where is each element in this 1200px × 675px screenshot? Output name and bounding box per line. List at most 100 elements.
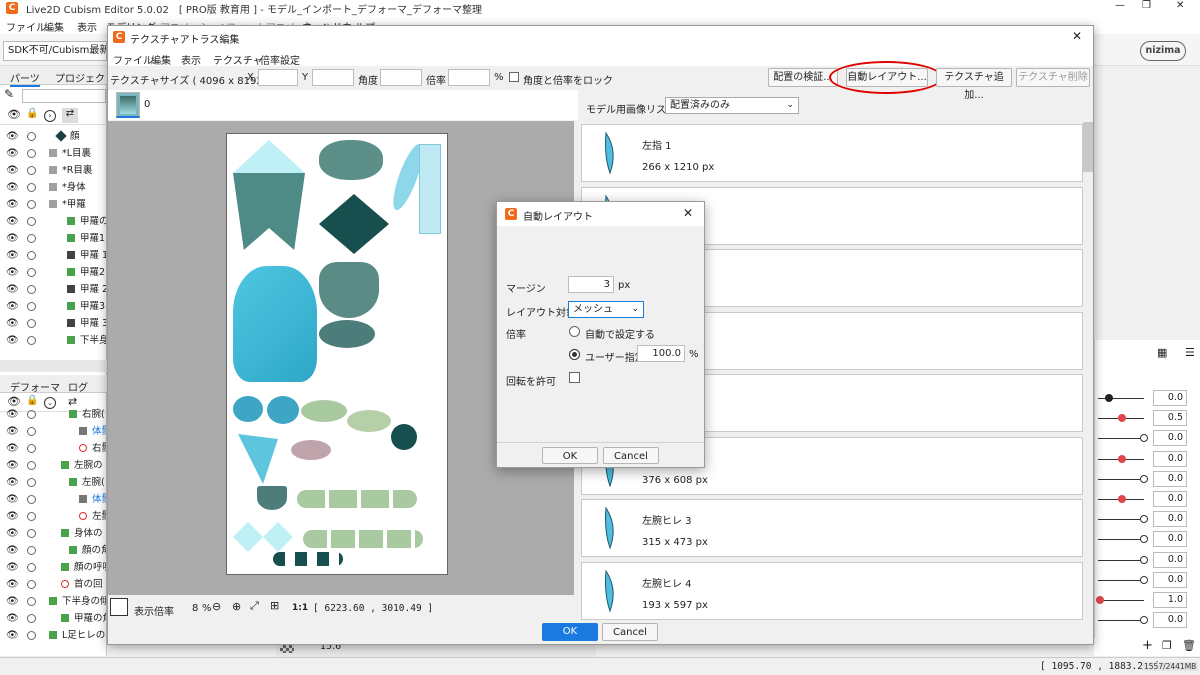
select-circle-icon[interactable]: [27, 597, 36, 606]
select-circle-icon[interactable]: [27, 285, 36, 294]
delete-texture-button[interactable]: テクスチャ削除: [1016, 68, 1090, 87]
visibility-icon[interactable]: 👁: [6, 213, 19, 230]
center-icon[interactable]: ⊞: [270, 599, 279, 612]
image-list-scrollbar[interactable]: [1083, 122, 1093, 172]
close-icon[interactable]: ✕: [683, 206, 693, 220]
visibility-icon[interactable]: 👁: [6, 508, 19, 525]
swap-icon[interactable]: ⇄: [62, 108, 78, 123]
deformer-tree-row[interactable]: 👁 顔の角: [0, 542, 106, 559]
deformer-tree-row[interactable]: 👁 L足ヒレの角度: [0, 627, 106, 644]
select-circle-icon[interactable]: [27, 234, 36, 243]
select-circle-icon[interactable]: [27, 302, 36, 311]
select-circle-icon[interactable]: [27, 132, 36, 141]
target-select[interactable]: メッシュ ⌄: [568, 301, 644, 318]
visibility-icon[interactable]: 👁: [6, 576, 19, 593]
deformer-tree-row[interactable]: 👁 右腕(: [0, 406, 106, 423]
trash-icon[interactable]: 🗑: [1182, 639, 1196, 652]
slider-handle[interactable]: [1140, 474, 1148, 483]
visibility-icon[interactable]: 👁: [7, 108, 21, 121]
param-slider-row[interactable]: 0.0: [1098, 509, 1190, 529]
select-circle-icon[interactable]: [27, 183, 36, 192]
visibility-icon[interactable]: 👁: [6, 281, 19, 298]
atlas-cancel-button[interactable]: Cancel: [602, 623, 658, 641]
slider-track[interactable]: [1098, 478, 1144, 480]
param-slider-row[interactable]: 0.0: [1098, 489, 1190, 509]
visibility-icon[interactable]: 👁: [6, 315, 19, 332]
select-circle-icon[interactable]: [27, 614, 36, 623]
deformer-tree-row[interactable]: 👁 左腕(: [0, 474, 106, 491]
select-circle-icon[interactable]: [27, 529, 36, 538]
lock-checkbox[interactable]: [509, 72, 519, 82]
deformer-tree-row[interactable]: 👁 右鬚: [0, 440, 106, 457]
minimize-button[interactable]: —: [1115, 0, 1125, 11]
param-value[interactable]: 0.0: [1153, 551, 1187, 568]
param-slider-row[interactable]: 0.5: [1098, 408, 1190, 428]
param-value[interactable]: 0.0: [1153, 450, 1187, 467]
atlas-menu-scale[interactable]: 倍率設定: [260, 52, 300, 67]
texture-thumbnail[interactable]: [116, 92, 140, 118]
deformer-tree-row[interactable]: 👁 体鬚: [0, 491, 106, 508]
select-circle-icon[interactable]: [27, 461, 36, 470]
slider-handle[interactable]: [1140, 575, 1148, 584]
slider-track[interactable]: [1098, 438, 1144, 440]
slider-handle[interactable]: [1118, 495, 1126, 503]
parts-tree-row[interactable]: 👁 *L目裏: [0, 145, 106, 162]
slider-track[interactable]: [1098, 519, 1144, 521]
doc-tab[interactable]: SDK不可/Cubism最新版: [3, 41, 107, 61]
image-card[interactable]: 左腕ヒレ 4 193 x 597 px: [581, 561, 1083, 620]
rotate-checkbox[interactable]: [569, 372, 580, 383]
select-circle-icon[interactable]: [27, 319, 36, 328]
deformer-tree-row[interactable]: 👁 左腕の: [0, 457, 106, 474]
restore-button[interactable]: ❐: [1142, 0, 1151, 11]
y-input[interactable]: [312, 69, 354, 86]
slider-handle[interactable]: [1096, 596, 1104, 604]
select-circle-icon[interactable]: [27, 217, 36, 226]
visibility-icon[interactable]: 👁: [6, 128, 19, 145]
param-slider-row[interactable]: 0.0: [1098, 469, 1190, 489]
parts-tree-row[interactable]: 👁 顔: [0, 128, 106, 145]
parts-scrollbar[interactable]: [0, 360, 107, 372]
picker-icon[interactable]: ✎: [4, 87, 14, 101]
deformer-tree-row[interactable]: 👁 顔の呼吸: [0, 559, 106, 576]
parts-tree-row[interactable]: 👁 甲羅の: [0, 213, 106, 230]
slider-handle[interactable]: [1118, 454, 1126, 463]
circle-nav-icon[interactable]: ›: [44, 110, 56, 122]
dialog-cancel-button[interactable]: Cancel: [603, 447, 659, 464]
margin-input[interactable]: 3: [568, 276, 614, 293]
copy-icon[interactable]: ❐: [1162, 639, 1172, 652]
visibility-icon[interactable]: 👁: [6, 474, 19, 491]
user-scale-input[interactable]: 100.0: [637, 345, 685, 362]
parts-tree-row[interactable]: 👁 *甲羅: [0, 196, 106, 213]
slider-track[interactable]: [1098, 559, 1144, 561]
visibility-icon[interactable]: 👁: [6, 406, 19, 423]
atlas-menu-texture[interactable]: テクスチャ: [213, 52, 263, 67]
visibility-icon[interactable]: 👁: [6, 610, 19, 627]
param-value[interactable]: 0.0: [1153, 491, 1187, 507]
slider-track[interactable]: [1098, 600, 1144, 601]
param-value[interactable]: 0.0: [1153, 470, 1187, 487]
slider-handle[interactable]: [1118, 414, 1126, 423]
param-value[interactable]: 0.0: [1153, 571, 1187, 588]
select-circle-icon[interactable]: [27, 631, 36, 640]
param-table-icon[interactable]: ▦: [1157, 346, 1167, 359]
visibility-icon[interactable]: 👁: [6, 593, 19, 610]
parts-tree-row[interactable]: 👁 甲羅1: [0, 230, 106, 247]
visibility-icon[interactable]: 👁: [6, 525, 19, 542]
parts-tree-row[interactable]: 👁 甲羅2: [0, 264, 106, 281]
tab-deformer[interactable]: デフォーマ: [10, 379, 60, 394]
visibility-icon[interactable]: 👁: [6, 247, 19, 264]
visibility-icon[interactable]: 👁: [6, 440, 19, 457]
menu-file[interactable]: ファイル: [6, 19, 46, 34]
slider-track[interactable]: [1098, 620, 1144, 622]
slider-handle[interactable]: [1140, 515, 1148, 524]
tab-parts[interactable]: パーツ: [10, 70, 40, 87]
parts-tree-row[interactable]: 👁 甲羅 1: [0, 247, 106, 264]
slider-track[interactable]: [1098, 579, 1144, 581]
select-circle-icon[interactable]: [27, 478, 36, 487]
visibility-icon[interactable]: 👁: [6, 145, 19, 162]
parts-tree-row[interactable]: 👁 甲羅 3: [0, 315, 106, 332]
param-slider-row[interactable]: 0.0: [1098, 550, 1190, 570]
lock-icon[interactable]: 🔒: [26, 108, 38, 119]
param-slider-row[interactable]: 0.0: [1098, 388, 1190, 408]
deformer-tree-row[interactable]: 👁 身体の: [0, 525, 106, 542]
